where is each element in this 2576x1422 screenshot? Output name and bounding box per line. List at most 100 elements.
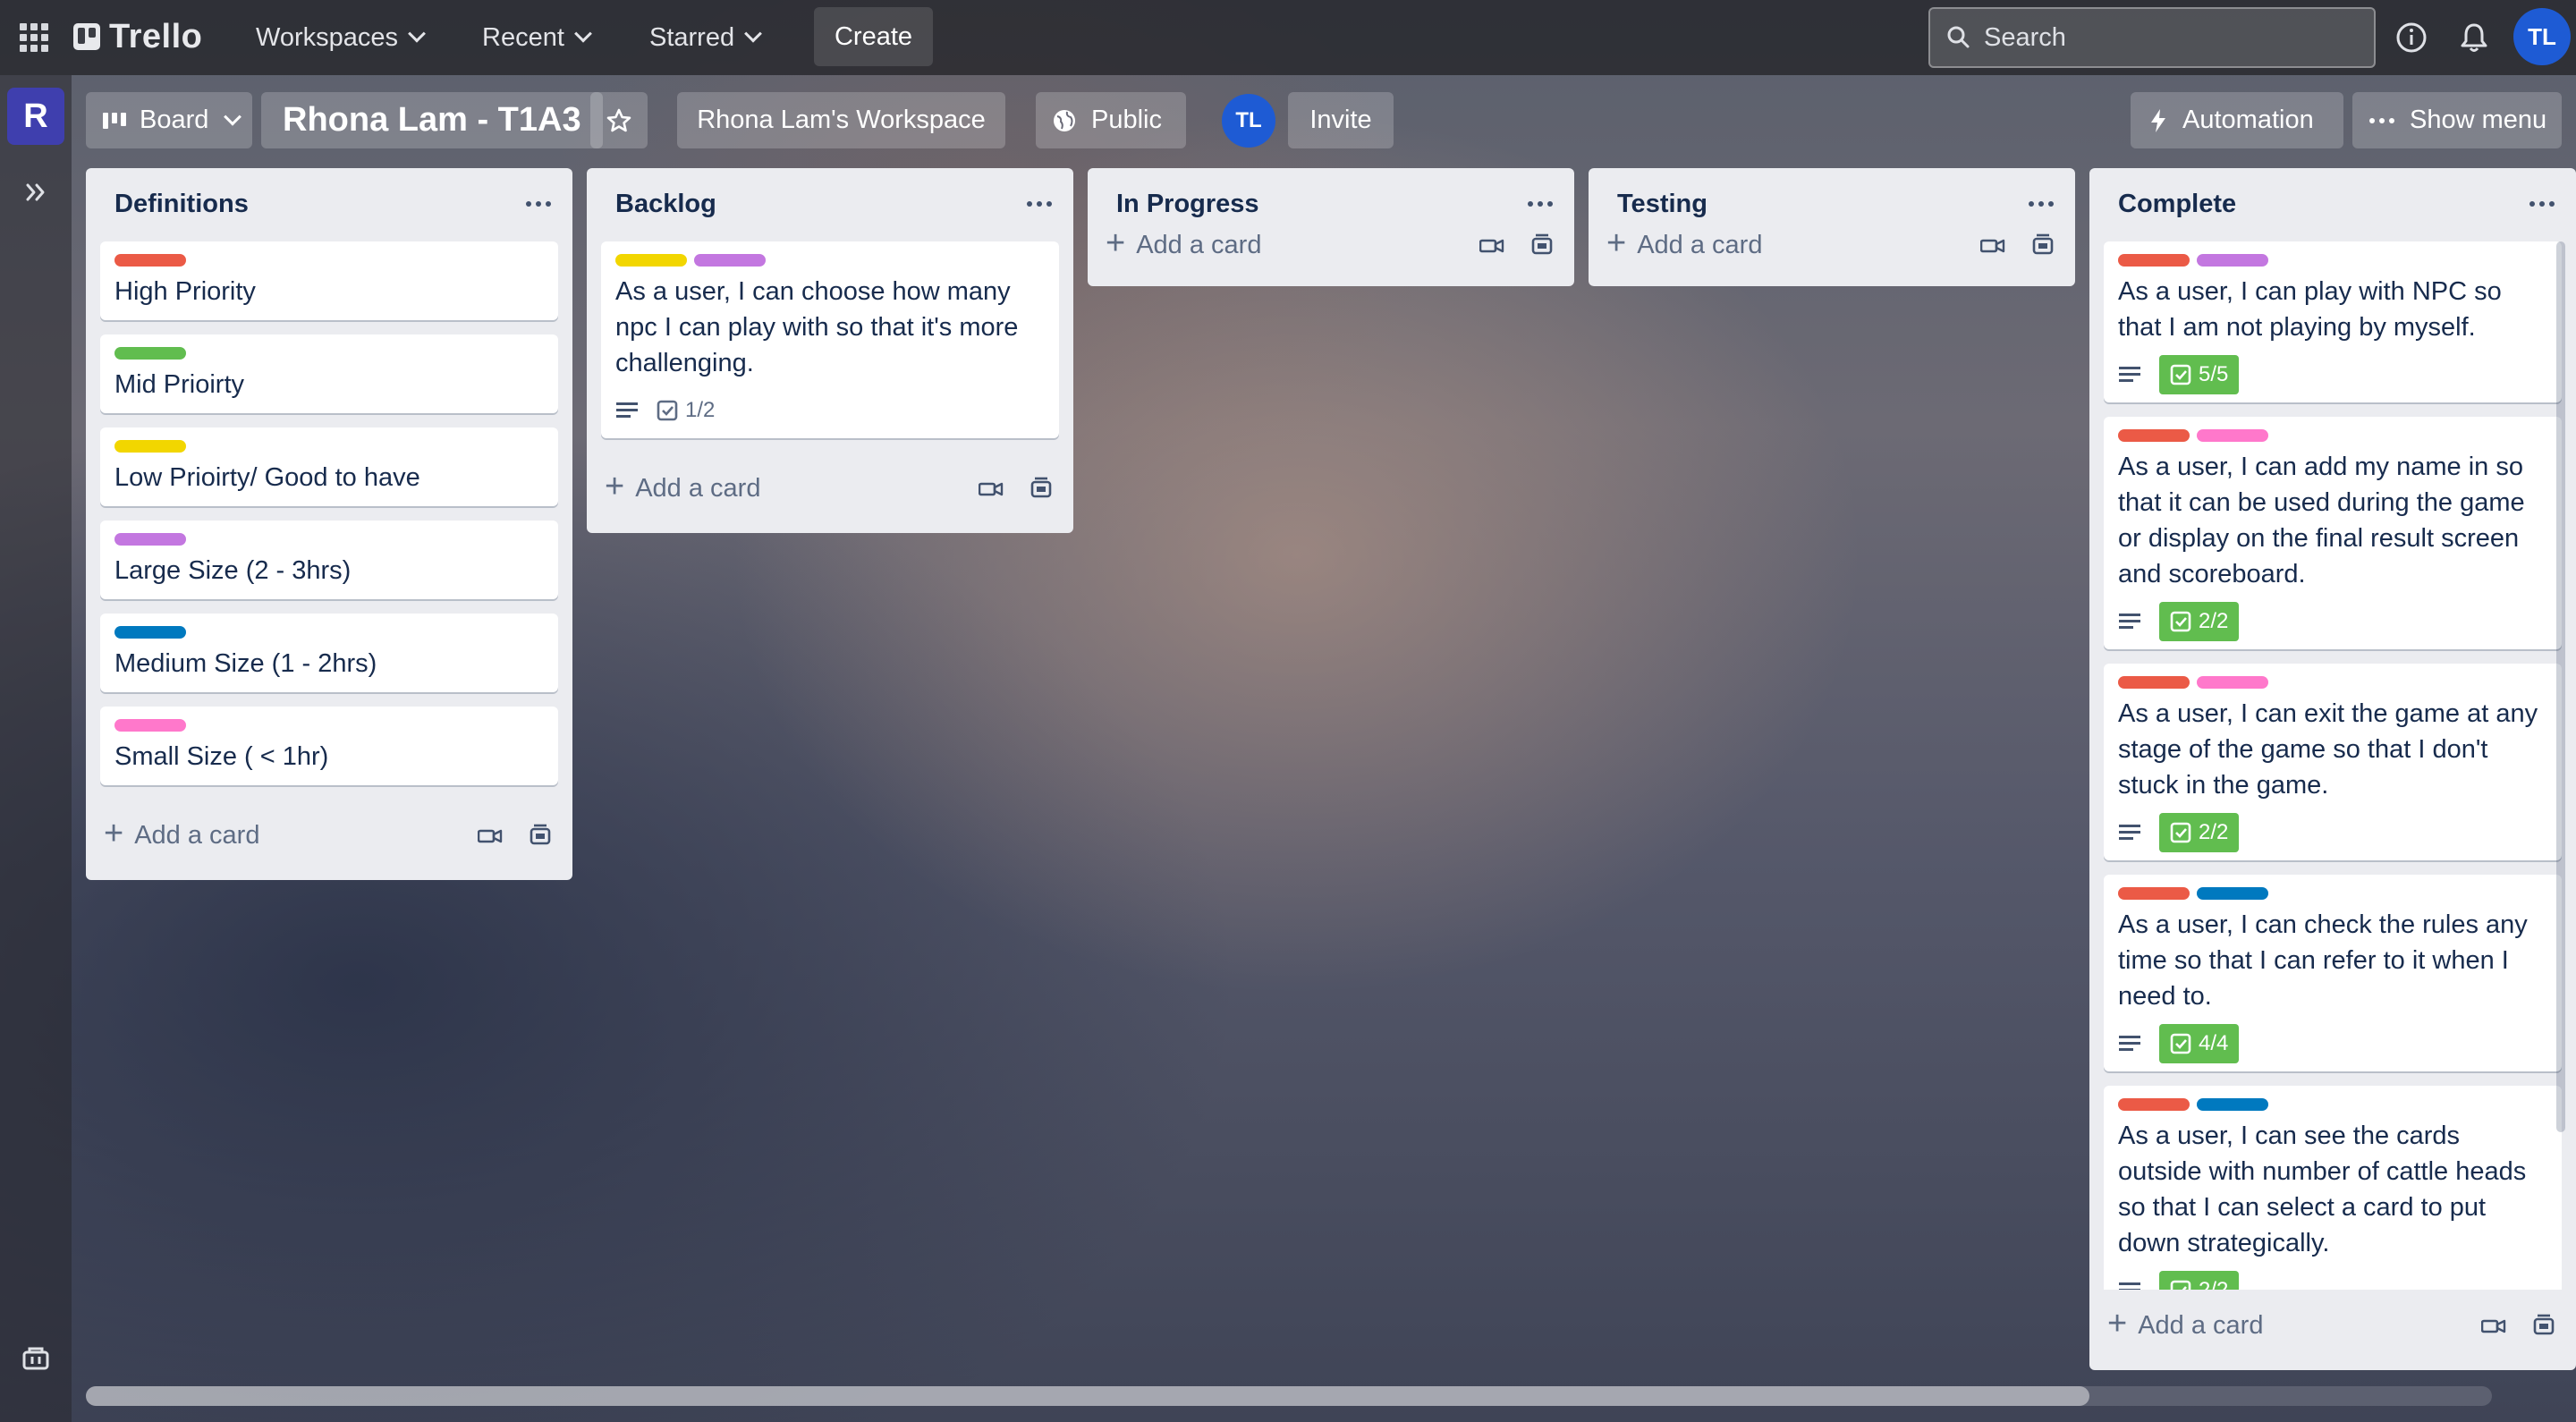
card-title: Medium Size (1 - 2hrs) [114,649,377,678]
star-board-button[interactable] [590,92,648,148]
camera-icon[interactable] [1479,236,1504,256]
board-member-avatar[interactable]: TL [1222,94,1275,148]
list-card[interactable]: As a user, I can play with NPC so that I… [2104,241,2562,402]
card-title: Small Size ( < 1hr) [114,742,329,771]
list-card[interactable]: As a user, I can check the rules any tim… [2104,875,2562,1071]
label-red[interactable] [2118,887,2190,900]
invite-button[interactable]: Invite [1288,92,1394,148]
list-complete: Complete As a user, I can play with NPC s… [2089,168,2576,1370]
camera-icon[interactable] [478,826,503,846]
label-purple[interactable] [694,254,766,267]
workspace-sidebar-collapsed: R [0,75,72,1422]
camera-icon[interactable] [979,479,1004,499]
add-card-button[interactable]: + Add a card [1106,220,1261,270]
checklist-badge: 4/4 [2159,1024,2240,1063]
app-switcher-icon[interactable] [20,23,48,52]
recent-label: Recent [482,22,564,52]
label-blue[interactable] [2197,1098,2268,1111]
list-card[interactable]: Medium Size (1 - 2hrs) [100,614,558,692]
template-icon[interactable] [1530,233,1555,257]
checklist-badge: 2/2 [2159,1271,2240,1290]
checklist-count: 5/5 [2199,362,2229,386]
list-card[interactable]: As a user, I can choose how many npc I c… [601,241,1059,438]
list-card[interactable]: As a user, I can add my name in so that … [2104,417,2562,649]
add-card-button[interactable]: + Add a card [2107,1300,2263,1350]
label-red[interactable] [2118,429,2190,442]
list-card[interactable]: Large Size (2 - 3hrs) [100,521,558,599]
list-menu-icon[interactable] [522,193,555,215]
checklist-count: 4/4 [2199,1031,2229,1055]
list-card[interactable]: As a user, I can exit the game at any st… [2104,664,2562,860]
label-red[interactable] [2118,254,2190,267]
trello-logo[interactable]: Trello [73,16,202,57]
checklist-count: 2/2 [2199,609,2229,633]
card-title: Mid Prioirty [114,370,245,399]
expand-sidebar-icon[interactable] [23,179,50,206]
template-icon[interactable] [1029,477,1054,500]
list-menu-icon[interactable] [2526,193,2558,215]
list-title[interactable]: Complete [2118,190,2236,219]
card-badges: 2/2 [2118,1270,2547,1290]
label-red[interactable] [2118,1098,2190,1111]
list-card[interactable]: As a user, I can see the cards outside w… [2104,1086,2562,1290]
automation-button[interactable]: Automation [2131,92,2343,148]
list-card[interactable]: Small Size ( < 1hr) [100,707,558,785]
user-avatar[interactable]: TL [2513,8,2571,65]
label-pink[interactable] [2197,676,2268,689]
add-card-button[interactable]: + Add a card [1606,220,1762,270]
add-card-label: Add a card [134,820,260,850]
bell-icon[interactable] [2456,20,2492,55]
label-blue[interactable] [114,626,186,639]
chevron-down-icon [224,107,242,126]
list-title[interactable]: In Progress [1116,190,1259,219]
switch-boards-icon[interactable] [21,1345,50,1372]
camera-icon[interactable] [1980,236,2005,256]
template-icon[interactable] [2531,1314,2556,1337]
list-menu-icon[interactable] [1023,193,1055,215]
label-red[interactable] [114,254,186,267]
template-icon[interactable] [2030,233,2055,257]
list-card[interactable]: Low Prioirty/ Good to have [100,427,558,506]
label-green[interactable] [114,347,186,360]
label-pink[interactable] [2197,429,2268,442]
label-pink[interactable] [114,719,186,732]
show-menu-button[interactable]: Show menu [2352,92,2562,148]
list-card[interactable]: Mid Prioirty [100,334,558,413]
add-card-button[interactable]: + Add a card [104,810,259,860]
checklist-icon [2170,1280,2191,1290]
workspace-button[interactable]: Rhona Lam's Workspace [677,92,1005,148]
add-card-button[interactable]: + Add a card [605,463,760,513]
recent-menu[interactable]: Recent [482,14,592,61]
checklist-icon [2170,364,2191,385]
starred-menu[interactable]: Starred [649,14,763,61]
card-title: Low Prioirty/ Good to have [114,463,420,492]
workspace-logo[interactable]: R [7,88,64,145]
list-scrollbar[interactable] [2556,241,2565,1133]
list-menu-icon[interactable] [1524,193,1556,215]
board-view-switcher[interactable]: Board [86,92,252,148]
checklist-badge: 2/2 [2159,813,2240,852]
create-button[interactable]: Create [814,7,933,66]
card-title: As a user, I can add my name in so that … [2118,453,2525,588]
list-card[interactable]: High Priority [100,241,558,320]
workspaces-menu[interactable]: Workspaces [256,14,426,61]
label-purple[interactable] [2197,254,2268,267]
list-title[interactable]: Definitions [114,190,249,219]
label-yellow[interactable] [114,440,186,453]
list-title[interactable]: Testing [1617,190,1707,219]
label-purple[interactable] [114,533,186,546]
board-title[interactable]: Rhona Lam - T1A3 [261,92,603,148]
card-labels [114,533,544,546]
list-title[interactable]: Backlog [615,190,716,219]
template-icon[interactable] [528,824,553,847]
list-menu-icon[interactable] [2025,193,2057,215]
info-icon[interactable] [2394,20,2429,55]
label-yellow[interactable] [615,254,687,267]
label-blue[interactable] [2197,887,2268,900]
checklist-badge: 1/2 [657,391,715,430]
search-input[interactable]: Search [1928,7,2376,68]
visibility-button[interactable]: Public [1036,92,1186,148]
label-red[interactable] [2118,676,2190,689]
horizontal-scrollbar-thumb[interactable] [86,1386,2089,1406]
camera-icon[interactable] [2481,1316,2506,1336]
